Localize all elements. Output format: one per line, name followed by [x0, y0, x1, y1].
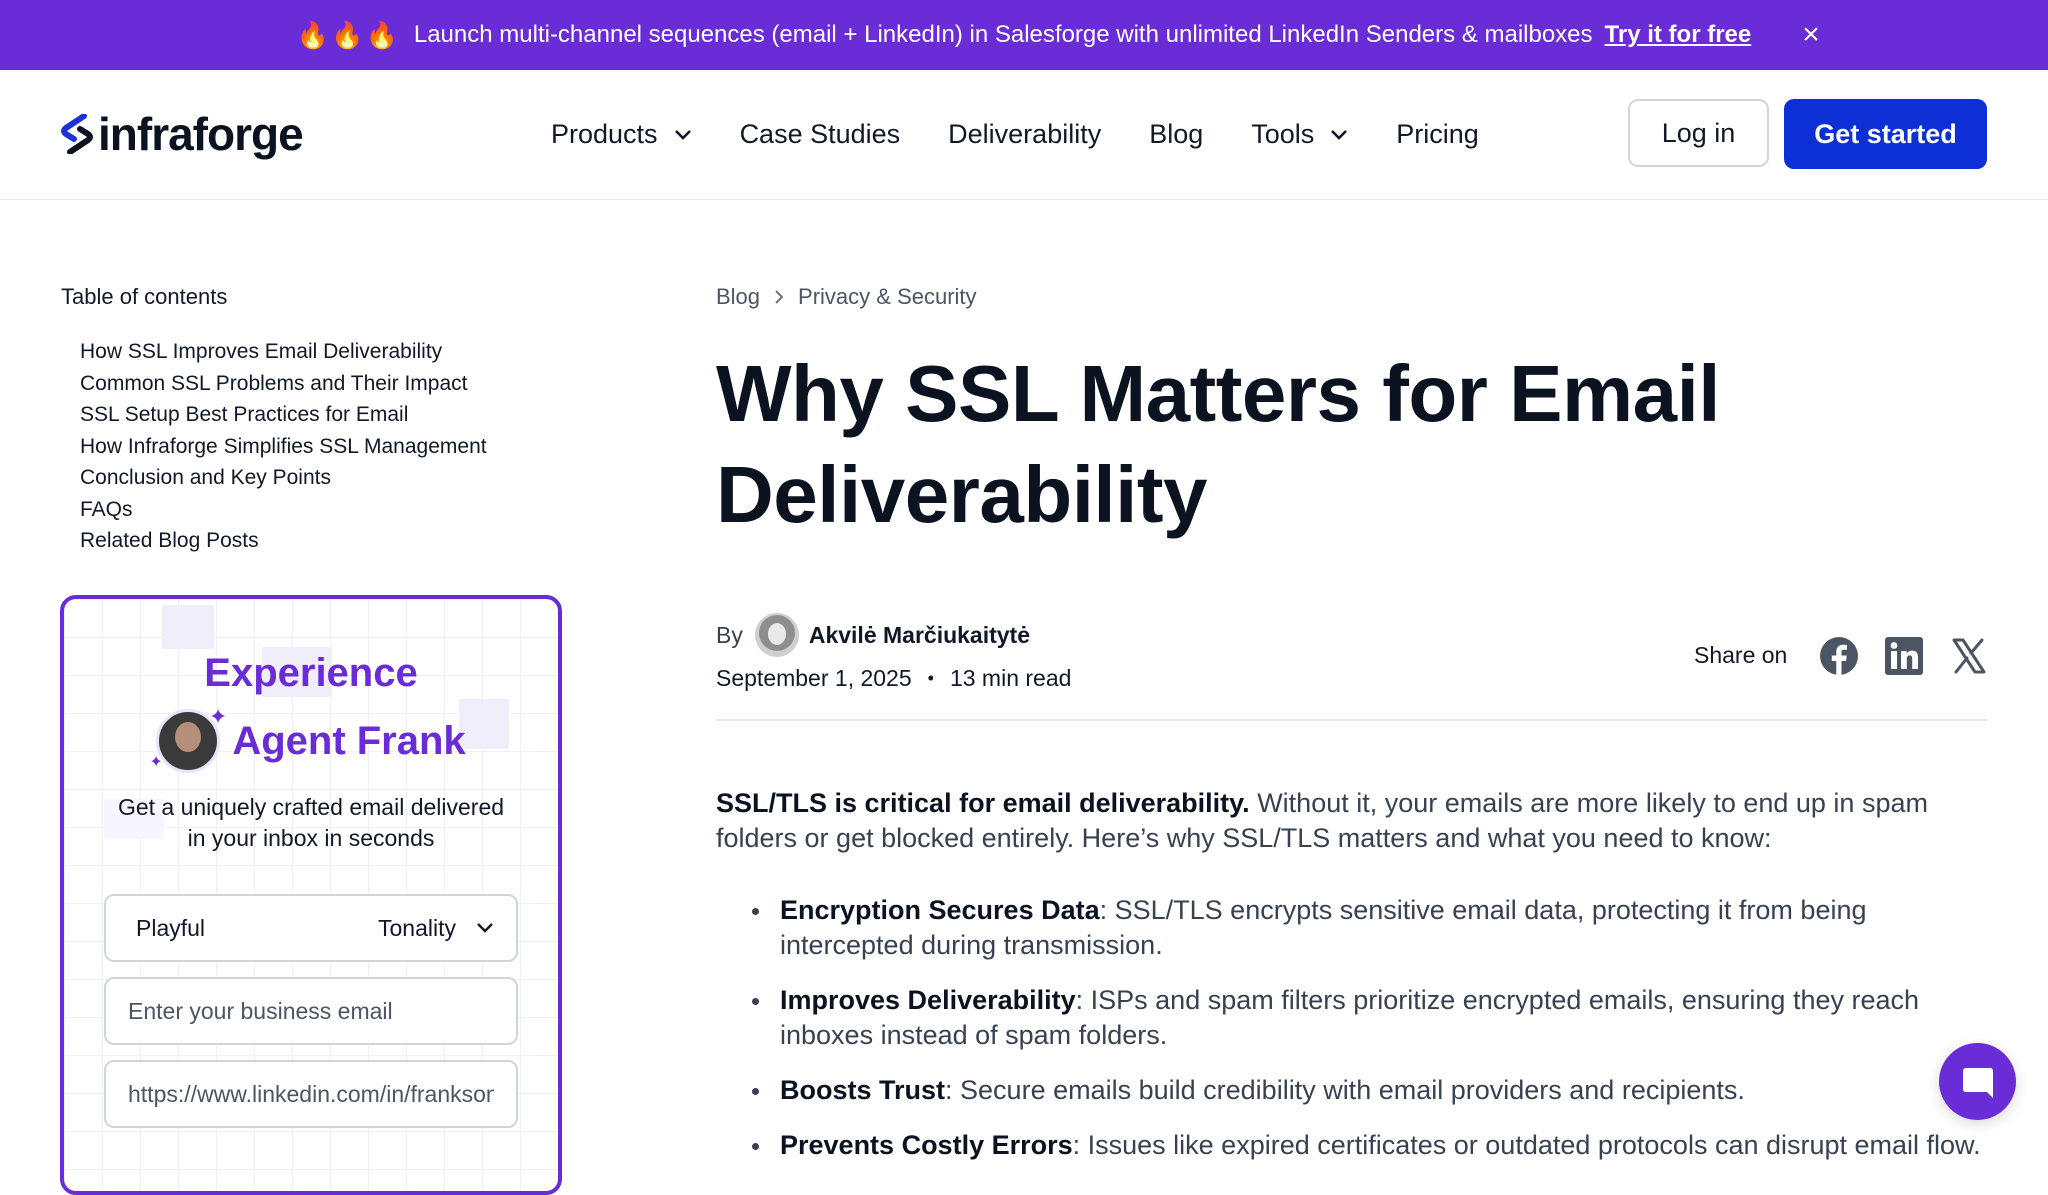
chevron-down-icon	[674, 129, 691, 140]
chevron-down-icon	[477, 923, 493, 933]
share-label: Share on	[1694, 642, 1788, 668]
nav-deliverability[interactable]: Deliverability	[948, 119, 1101, 150]
agent-frank-card: Experience ✦ ✦ Agent Frank Get a uniquel…	[60, 595, 562, 1195]
lead-bold: SSL/TLS is critical for email deliverabi…	[716, 788, 1250, 818]
nav-pricing-label: Pricing	[1396, 119, 1479, 149]
breadcrumb-category[interactable]: Privacy & Security	[798, 284, 977, 310]
login-button[interactable]: Log in	[1628, 99, 1769, 167]
list-item: Improves Deliverability: ISPs and spam f…	[716, 983, 1986, 1053]
list-item-text: : Issues like expired certificates or ou…	[1072, 1130, 1981, 1160]
announcement-text: Launch multi-channel sequences (email + …	[413, 21, 1593, 48]
chat-launcher-button[interactable]	[1939, 1043, 2016, 1120]
list-item: Boosts Trust: Secure emails build credib…	[716, 1073, 1986, 1108]
author-name[interactable]: Akvilė Marčiukaitytė	[809, 622, 1030, 649]
author-avatar	[754, 613, 799, 657]
card-description: Get a uniquely crafted email delivered i…	[64, 792, 558, 854]
tonality-label: Tonality	[378, 914, 456, 941]
agent-avatar: ✦ ✦	[149, 704, 227, 773]
chat-icon	[1962, 1067, 1993, 1098]
list-item-title: Prevents Costly Errors	[780, 1130, 1073, 1160]
publish-date: September 1, 2025	[716, 665, 912, 691]
nav-blog[interactable]: Blog	[1149, 119, 1203, 150]
agent-name-row: ✦ ✦ Agent Frank	[64, 704, 558, 773]
toc-item[interactable]: Common SSL Problems and Their Impact	[80, 368, 487, 400]
list-item: Encryption Secures Data: SSL/TLS encrypt…	[716, 893, 1986, 963]
read-time: 13 min read	[949, 665, 1072, 691]
tonality-value: Playful	[136, 914, 206, 941]
meta-separator: •	[927, 668, 934, 688]
sparkle-icon: ✦	[208, 704, 228, 729]
list-item-title: Encryption Secures Data	[780, 895, 1100, 925]
logo[interactable]: infraforge	[60, 107, 304, 161]
list-item-title: Boosts Trust	[780, 1075, 946, 1105]
article-meta: September 1, 2025 • 13 min read	[716, 665, 1071, 692]
nav-case-studies[interactable]: Case Studies	[740, 119, 901, 150]
chevron-right-icon	[775, 290, 784, 304]
list-item-title: Improves Deliverability	[780, 985, 1076, 1015]
agent-name: Agent Frank	[232, 718, 466, 763]
logo-text: infraforge	[98, 108, 304, 160]
agent-face	[175, 722, 202, 752]
nav-products-label: Products	[551, 119, 658, 149]
tonality-label-group: Tonality	[378, 915, 494, 942]
nav-case-studies-label: Case Studies	[739, 119, 901, 149]
close-icon[interactable]: ×	[1795, 18, 1827, 51]
nav-deliverability-label: Deliverability	[948, 119, 1102, 149]
toc-item[interactable]: FAQs	[80, 494, 487, 526]
list-item-text: : Secure emails build credibility with e…	[945, 1075, 1745, 1105]
breadcrumb-blog[interactable]: Blog	[716, 284, 760, 310]
announcement-bar: 🔥🔥🔥 Launch multi-channel sequences (emai…	[0, 0, 2048, 70]
card-description-line: Get a uniquely crafted email delivered	[117, 794, 505, 820]
announcement-cta-link[interactable]: Try it for free	[1605, 21, 1752, 49]
email-field-wrapper	[104, 977, 518, 1045]
list-item: Prevents Costly Errors: Issues like expi…	[716, 1128, 1986, 1163]
facebook-icon[interactable]	[1819, 636, 1859, 676]
card-description-line: in your inbox in seconds	[187, 825, 435, 851]
nav-tools[interactable]: Tools	[1251, 119, 1348, 150]
infraforge-logo-icon	[61, 114, 93, 154]
author-avatar-face	[767, 623, 786, 645]
toc-item[interactable]: Related Blog Posts	[80, 525, 487, 557]
x-icon[interactable]	[1949, 636, 1989, 676]
linkedin-url-input[interactable]	[128, 1080, 494, 1108]
nav-tools-label: Tools	[1251, 119, 1315, 149]
nav-pricing[interactable]: Pricing	[1396, 119, 1479, 150]
site-header: infraforge Products Case Studies Deliver…	[0, 70, 2048, 200]
article-lead: SSL/TLS is critical for email deliverabi…	[716, 786, 1986, 856]
toc-title: Table of contents	[61, 284, 228, 309]
grid-highlight	[162, 605, 214, 649]
toc-item[interactable]: SSL Setup Best Practices for Email	[80, 399, 487, 431]
get-started-button[interactable]: Get started	[1784, 99, 1987, 169]
main-nav: Products Case Studies Deliverability Blo…	[551, 70, 1527, 199]
tonality-select[interactable]: Playful Tonality	[104, 894, 518, 962]
fire-emoji-icon: 🔥🔥🔥	[296, 19, 400, 50]
sparkle-icon: ✦	[149, 754, 163, 771]
linkedin-icon[interactable]	[1884, 636, 1924, 676]
key-points-list: Encryption Secures Data: SSL/TLS encrypt…	[716, 893, 1986, 1183]
breadcrumb: Blog Privacy & Security	[716, 284, 977, 310]
nav-products[interactable]: Products	[551, 119, 692, 150]
toc-item[interactable]: Conclusion and Key Points	[80, 462, 487, 494]
card-title: Experience	[204, 651, 418, 695]
toc-item[interactable]: How SSL Improves Email Deliverability	[80, 336, 487, 368]
article-title: Why SSL Matters for Email Deliverability	[716, 349, 1721, 539]
linkedin-field-wrapper	[104, 1060, 518, 1128]
toc-list: How SSL Improves Email Deliverability Co…	[80, 336, 487, 557]
business-email-input[interactable]	[128, 997, 494, 1025]
chevron-down-icon	[1331, 129, 1348, 140]
byline-prefix: By	[716, 621, 743, 648]
byline: By Akvilė Marčiukaitytė	[716, 613, 1030, 657]
nav-blog-label: Blog	[1149, 119, 1204, 149]
toc-item[interactable]: How Infraforge Simplifies SSL Management	[80, 431, 487, 463]
meta-divider	[716, 719, 1987, 721]
